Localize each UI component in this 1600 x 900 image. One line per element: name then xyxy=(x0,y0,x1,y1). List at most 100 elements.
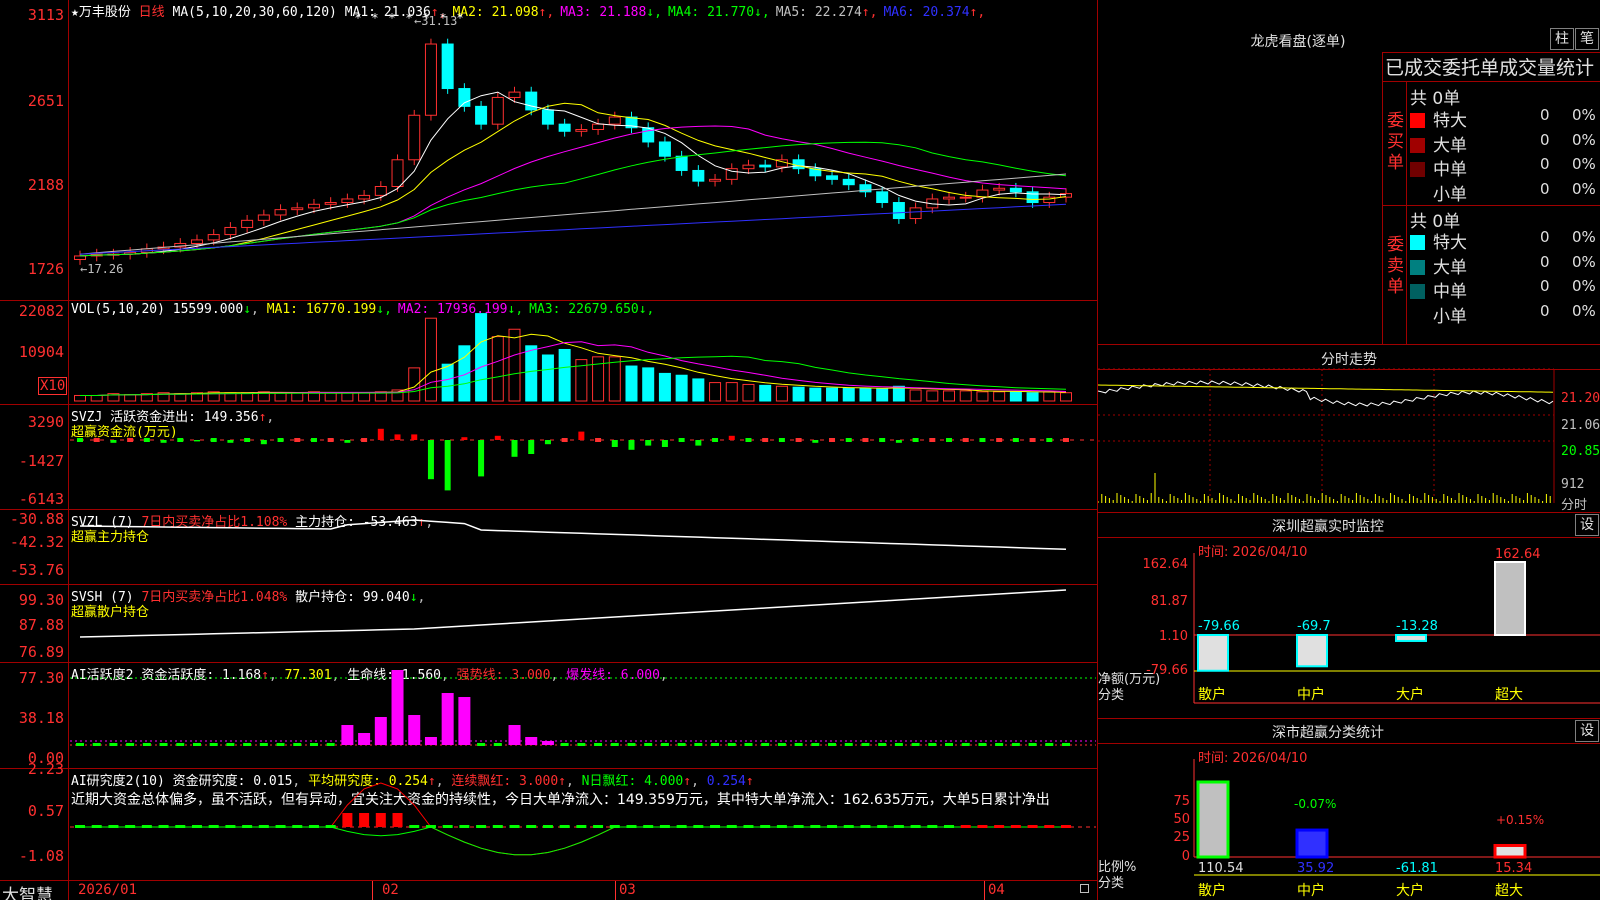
volume-bar xyxy=(1043,391,1056,402)
flow-bar xyxy=(461,437,468,440)
activity-bar xyxy=(978,743,987,746)
order-type: 中单 xyxy=(1433,160,1467,180)
kline-chart[interactable]: * * * * * * * xyxy=(0,0,1098,300)
classify-panel[interactable]: 深市超赢分类统计 设 时间: 2026/04/10 比例% 分类 75 50 25 0… xyxy=(1098,718,1600,900)
volume-bar xyxy=(759,384,772,402)
svsh-panel[interactable]: SVSH (7) 7日内买卖净占比1.048% 散户持仓: 99.040↓, 超… xyxy=(0,584,1098,662)
candle-body xyxy=(826,175,839,180)
volume-bar xyxy=(274,392,287,402)
flow-bar xyxy=(1029,438,1036,442)
order-pct: 0% xyxy=(1572,130,1596,149)
research-bar xyxy=(927,825,938,828)
activity-bar xyxy=(326,743,335,746)
main-chart-area[interactable]: ★万丰股份 日线 MA(5,10,20,30,60,120) MA1: 21.0… xyxy=(0,0,1098,900)
volume-bar xyxy=(876,388,889,402)
color-swatch xyxy=(1410,137,1425,153)
svzl-panel[interactable]: SVZL (7) 7日内买卖净占比1.108% 主力持仓: -53.463↑, … xyxy=(0,509,1098,584)
intraday-chart[interactable] xyxy=(1098,345,1600,513)
order-row: 小单 0 0% xyxy=(1410,302,1596,327)
flow-bar xyxy=(628,440,635,450)
ai-research-panel[interactable]: AI研究度2(10) 资金研究度: 0.015, 平均研究度: 0.254↑, … xyxy=(0,760,1098,881)
activity-bar xyxy=(341,725,354,745)
monitor-value: -69.7 xyxy=(1297,619,1331,634)
bar-mode-button[interactable]: 柱 xyxy=(1550,28,1574,50)
lhb-title: 龙虎看盘(逐单) xyxy=(1250,34,1346,50)
flow-bar xyxy=(845,438,852,442)
monitor-bar xyxy=(1494,561,1526,636)
volume-bar xyxy=(1009,391,1022,402)
classify-bar xyxy=(1196,780,1230,859)
activity-bar xyxy=(309,743,318,746)
flow-bar xyxy=(795,438,802,442)
activity-bar xyxy=(995,743,1004,746)
candle-body xyxy=(458,88,471,107)
volume-bar xyxy=(291,392,304,402)
svzl-chart[interactable] xyxy=(0,510,1098,585)
star-marker: * xyxy=(406,11,412,25)
ai-active-chart[interactable] xyxy=(0,663,1098,769)
research-bar xyxy=(158,825,169,828)
research-line xyxy=(80,826,1066,856)
activity-bar xyxy=(627,743,636,746)
intraday-panel[interactable]: 分时走势 21.20 21.06 20.85 912 分时 xyxy=(1098,344,1600,513)
candle-body xyxy=(408,114,421,161)
flow-bar xyxy=(544,440,551,445)
vol-ma-line xyxy=(80,341,1067,396)
research-bar xyxy=(225,825,236,828)
activity-bar xyxy=(293,743,302,746)
research-bar xyxy=(760,825,771,828)
candle-body xyxy=(742,164,755,170)
volume-bar xyxy=(525,345,538,402)
pen-mode-button[interactable]: 笔 xyxy=(1575,28,1599,50)
monitor-category: 超大 xyxy=(1495,687,1523,703)
volume-bar xyxy=(491,336,504,402)
classify-chart[interactable]: 75 50 25 0 110.54 散户 35.92 中户 -61.81 大户 15.34 超大 -0.… xyxy=(1098,719,1600,900)
monitor-y-label: 1.10 xyxy=(1159,629,1188,644)
activity-bar xyxy=(878,743,887,746)
volume-bar xyxy=(909,389,922,402)
svzj-chart[interactable] xyxy=(0,405,1098,510)
activity-bar xyxy=(477,743,486,746)
research-bar xyxy=(960,825,971,828)
star-marker: * xyxy=(389,11,395,25)
activity-bar xyxy=(243,743,252,746)
flow-bar xyxy=(929,438,936,442)
order-type: 特大 xyxy=(1433,111,1467,131)
volume-panel[interactable]: VOL(5,10,20) 15599.000↓, MA1: 16770.199↓… xyxy=(0,300,1098,404)
volume-chart[interactable] xyxy=(0,301,1098,405)
monitor-panel[interactable]: 深圳超赢实时监控 设 时间: 2026/04/10 净额(万元) 分类 162.… xyxy=(1098,512,1600,718)
volume-bar xyxy=(775,385,788,402)
research-bar xyxy=(676,825,687,828)
volume-bar xyxy=(341,392,354,402)
classify-category: 超大 xyxy=(1495,883,1523,899)
volume-bar xyxy=(792,386,805,402)
research-bar xyxy=(258,825,269,828)
research-bar xyxy=(509,825,520,828)
candle-body xyxy=(224,226,237,236)
research-bar xyxy=(476,825,487,828)
ai-active-panel[interactable]: AI活跃度2 资金活跃度: 1.168↑, 77.301, 生命线: 1.560… xyxy=(0,662,1098,768)
classify-value: -61.81 xyxy=(1396,861,1438,876)
svzj-panel[interactable]: SVZJ 活跃资金进出: 149.356↑, 超赢资金流(万元) 3290 -1… xyxy=(0,404,1098,509)
research-bar xyxy=(1044,825,1055,828)
brand-label[interactable]: 大智慧 xyxy=(2,881,53,900)
research-bar xyxy=(576,825,587,828)
monitor-chart[interactable]: 162.64 81.87 1.10 -79.66 -79.66 散户 -69.7 中户 -13.… xyxy=(1098,513,1600,719)
activity-bar xyxy=(259,743,268,746)
research-bar xyxy=(776,825,787,828)
research-bar xyxy=(292,825,303,828)
classify-y-label: 50 xyxy=(1173,812,1190,827)
kline-panel[interactable]: ★万丰股份 日线 MA(5,10,20,30,60,120) MA1: 21.0… xyxy=(0,0,1098,300)
activity-bar xyxy=(594,743,603,746)
activity-bar xyxy=(894,743,903,746)
research-bar xyxy=(208,825,219,828)
right-sidebar: 龙虎看盘(逐单) 柱 笔 已成交委托单成交量统计 委买单 委卖单 共 0单 特大… xyxy=(1098,0,1600,900)
activity-bar xyxy=(192,743,201,746)
svsh-chart[interactable] xyxy=(0,585,1098,663)
lock-icon[interactable] xyxy=(1080,884,1089,893)
classify-bar xyxy=(1295,828,1329,859)
activity-bar xyxy=(358,733,371,745)
activity-bar xyxy=(493,743,502,746)
ai-research-chart[interactable] xyxy=(0,769,1098,881)
flow-bar xyxy=(728,435,735,440)
